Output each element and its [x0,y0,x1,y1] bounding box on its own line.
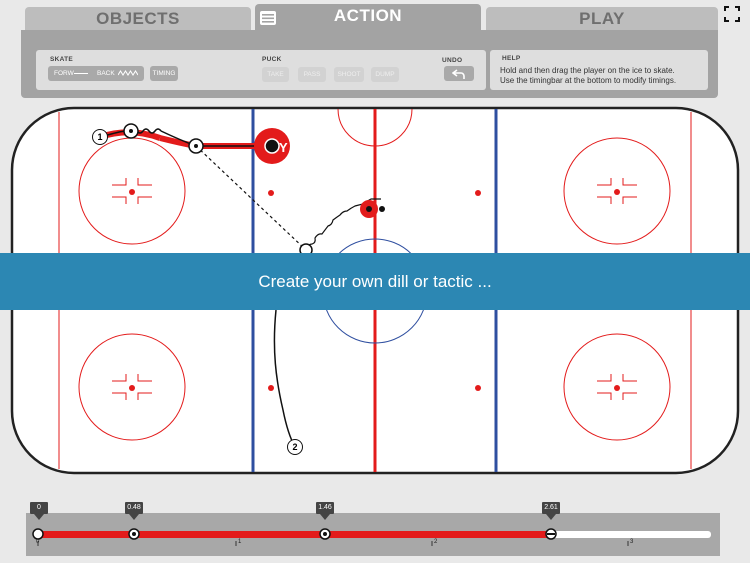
marker-label: 0 [30,502,48,514]
timeline-marker-2[interactable]: 1.46 [316,502,334,520]
tick-2: 2 [434,539,438,545]
timeline-handles [32,528,629,546]
tick-1: 1 [238,539,242,545]
tick-0: 0 [36,539,40,545]
timeline-marker-0[interactable]: 0 [30,502,48,520]
tick-3: 3 [630,539,634,545]
timeline-marker-1[interactable]: 0.48 [125,502,143,520]
timeline-marker-3[interactable]: 2.61 [542,502,560,520]
marker-label: 2.61 [542,502,560,514]
marker-label: 1.46 [316,502,334,514]
marker-label: 0.48 [125,502,143,514]
